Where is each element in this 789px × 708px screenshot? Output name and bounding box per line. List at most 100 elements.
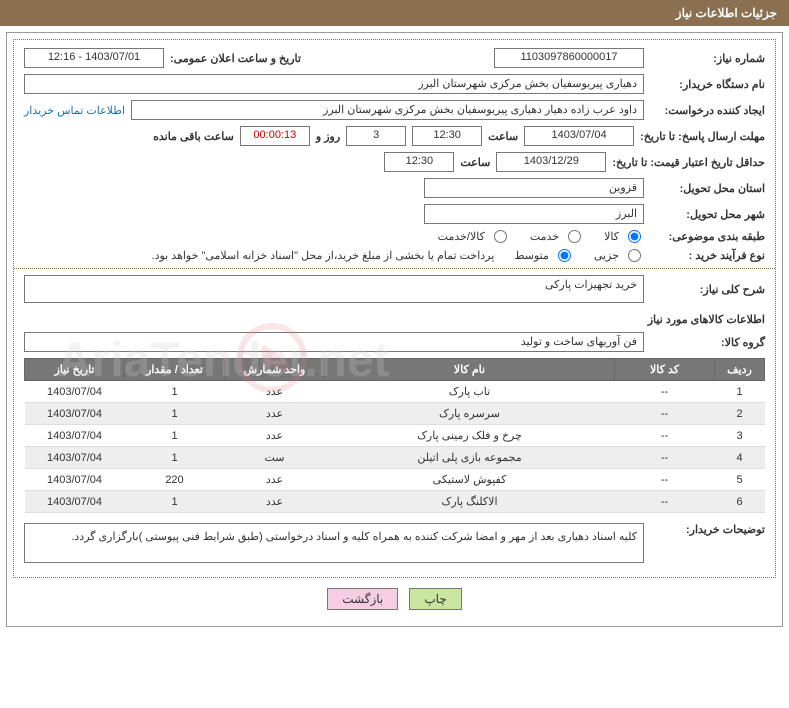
table-row: 1--تاب پارکعدد11403/07/04 xyxy=(25,381,765,403)
table-row: 2--سرسره پارکعدد11403/07/04 xyxy=(25,403,765,425)
city-value: البرز xyxy=(424,204,644,224)
radio-medium[interactable] xyxy=(558,249,571,262)
radio-partial[interactable] xyxy=(628,249,641,262)
cell-row: 1 xyxy=(715,381,765,403)
summary-value: خرید تجهیزات پارکی xyxy=(24,275,644,303)
radio-goods-label: کالا xyxy=(604,230,619,243)
cell-qty: 1 xyxy=(125,491,225,513)
cell-name: تاب پارک xyxy=(325,381,615,403)
row-city: شهر محل تحویل: البرز xyxy=(24,204,765,224)
table-row: 5--کفپوش لاستیکیعدد2201403/07/04 xyxy=(25,469,765,491)
row-group: گروه کالا: فن آوریهای ساخت و تولید xyxy=(24,332,765,352)
cell-row: 2 xyxy=(715,403,765,425)
cell-name: چرخ و فلک زمینی پارک xyxy=(325,425,615,447)
cell-name: مجموعه بازی پلی اتیلن xyxy=(325,447,615,469)
cell-unit: عدد xyxy=(225,491,325,513)
cell-date: 1403/07/04 xyxy=(25,381,125,403)
cell-name: کفپوش لاستیکی xyxy=(325,469,615,491)
table-row: 4--مجموعه بازی پلی اتیلنست11403/07/04 xyxy=(25,447,765,469)
deadline-remain-word: ساعت باقی مانده xyxy=(153,130,234,143)
page-header: جزئیات اطلاعات نیاز xyxy=(0,0,789,26)
deadline-label: مهلت ارسال پاسخ: تا تاریخ: xyxy=(640,130,765,143)
goods-section-title: اطلاعات کالاهای مورد نیاز xyxy=(24,313,765,326)
cell-qty: 1 xyxy=(125,447,225,469)
cell-qty: 220 xyxy=(125,469,225,491)
buyer-contact-link[interactable]: اطلاعات تماس خریدار xyxy=(24,104,125,117)
deadline-time-word: ساعت xyxy=(488,130,518,143)
cell-unit: عدد xyxy=(225,425,325,447)
validity-date: 1403/12/29 xyxy=(496,152,606,172)
deadline-time: 12:30 xyxy=(412,126,482,146)
cell-qty: 1 xyxy=(125,381,225,403)
cell-code: -- xyxy=(615,491,715,513)
outer-frame: AriaTender.net شماره نیاز: 1103097860000… xyxy=(6,32,783,627)
th-row: ردیف xyxy=(715,359,765,381)
radio-partial-label: جزیی xyxy=(594,249,619,262)
process-label: نوع فرآیند خرید : xyxy=(650,249,765,262)
th-name: نام کالا xyxy=(325,359,615,381)
row-province: استان محل تحویل: قزوین xyxy=(24,178,765,198)
back-button[interactable]: بازگشت xyxy=(327,588,398,610)
cell-row: 4 xyxy=(715,447,765,469)
cell-code: -- xyxy=(615,469,715,491)
row-requester: ایجاد کننده درخواست: داود عرب زاده دهیار… xyxy=(24,100,765,120)
deadline-date: 1403/07/04 xyxy=(524,126,634,146)
th-code: کد کالا xyxy=(615,359,715,381)
validity-time: 12:30 xyxy=(384,152,454,172)
cell-date: 1403/07/04 xyxy=(25,491,125,513)
row-buyer-org: نام دستگاه خریدار: دهیاری پیریوسفیان بخش… xyxy=(24,74,765,94)
cell-qty: 1 xyxy=(125,425,225,447)
buyer-org-label: نام دستگاه خریدار: xyxy=(650,78,765,91)
radio-both[interactable] xyxy=(494,230,507,243)
radio-medium-label: متوسط xyxy=(514,249,549,262)
buyer-notes-value: کلیه اسناد دهیاری بعد از مهر و امضا شرکت… xyxy=(24,523,644,563)
radio-both-label: کالا/خدمت xyxy=(438,230,485,243)
summary-label: شرح کلی نیاز: xyxy=(650,283,765,296)
deadline-countdown: 00:00:13 xyxy=(240,126,310,146)
need-number-value: 1103097860000017 xyxy=(494,48,644,68)
row-need-number: شماره نیاز: 1103097860000017 تاریخ و ساع… xyxy=(24,48,765,68)
province-label: استان محل تحویل: xyxy=(650,182,765,195)
cell-code: -- xyxy=(615,447,715,469)
announce-value: 1403/07/01 - 12:16 xyxy=(24,48,164,68)
row-process: نوع فرآیند خرید : جزیی متوسط پرداخت تمام… xyxy=(24,249,765,262)
cell-name: الاکلنگ پارک xyxy=(325,491,615,513)
city-label: شهر محل تحویل: xyxy=(650,208,765,221)
cell-code: -- xyxy=(615,381,715,403)
cell-unit: عدد xyxy=(225,469,325,491)
page-title: جزئیات اطلاعات نیاز xyxy=(676,6,777,20)
row-buyer-notes: توضیحات خریدار: کلیه اسناد دهیاری بعد از… xyxy=(24,523,765,563)
row-summary: شرح کلی نیاز: خرید تجهیزات پارکی xyxy=(24,275,765,303)
need-number-label: شماره نیاز: xyxy=(650,52,765,65)
cell-qty: 1 xyxy=(125,403,225,425)
table-row: 3--چرخ و فلک زمینی پارکعدد11403/07/04 xyxy=(25,425,765,447)
group-value: فن آوریهای ساخت و تولید xyxy=(24,332,644,352)
button-bar: چاپ بازگشت xyxy=(13,588,776,610)
row-deadline: مهلت ارسال پاسخ: تا تاریخ: 1403/07/04 سا… xyxy=(24,126,765,146)
table-header-row: ردیف کد کالا نام کالا واحد شمارش تعداد /… xyxy=(25,359,765,381)
cell-name: سرسره پارک xyxy=(325,403,615,425)
deadline-days: 3 xyxy=(346,126,406,146)
table-row: 6--الاکلنگ پارکعدد11403/07/04 xyxy=(25,491,765,513)
cell-unit: عدد xyxy=(225,403,325,425)
cell-unit: عدد xyxy=(225,381,325,403)
row-category: طبقه بندی موضوعی: کالا خدمت کالا/خدمت xyxy=(24,230,765,243)
divider-1 xyxy=(14,268,775,269)
announce-label: تاریخ و ساعت اعلان عمومی: xyxy=(170,52,301,65)
radio-goods[interactable] xyxy=(628,230,641,243)
validity-time-word: ساعت xyxy=(460,156,490,169)
cell-code: -- xyxy=(615,425,715,447)
radio-service[interactable] xyxy=(568,230,581,243)
radio-service-label: خدمت xyxy=(530,230,559,243)
cell-date: 1403/07/04 xyxy=(25,403,125,425)
requester-label: ایجاد کننده درخواست: xyxy=(650,104,765,117)
print-button[interactable]: چاپ xyxy=(409,588,461,610)
row-validity: حداقل تاریخ اعتبار قیمت: تا تاریخ: 1403/… xyxy=(24,152,765,172)
deadline-days-word: روز و xyxy=(316,130,340,143)
th-qty: تعداد / مقدار xyxy=(125,359,225,381)
requester-value: داود عرب زاده دهیار دهیاری پیریوسفیان بخ… xyxy=(131,100,644,120)
buyer-notes-label: توضیحات خریدار: xyxy=(650,523,765,536)
cell-date: 1403/07/04 xyxy=(25,469,125,491)
cell-row: 3 xyxy=(715,425,765,447)
buyer-org-value: دهیاری پیریوسفیان بخش مرکزی شهرستان البر… xyxy=(24,74,644,94)
